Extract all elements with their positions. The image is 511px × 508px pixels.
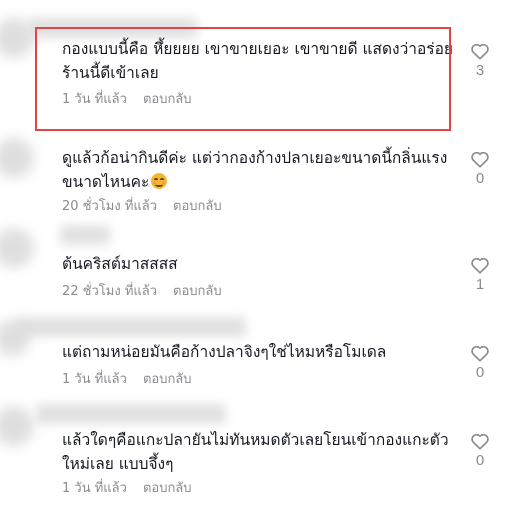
smiling-face-emoji-icon	[151, 173, 168, 189]
like-count: 3	[475, 62, 485, 79]
comment-text: ดูแล้วก้อน่ากินดีค่ะ แต่ว่ากองก้างปลาเยอ…	[62, 149, 448, 191]
username[interactable]	[60, 225, 110, 245]
username[interactable]	[36, 404, 226, 424]
comment-text: ต้นคริสต์มาสสสส	[62, 255, 178, 273]
heart-outline-icon[interactable]	[470, 432, 490, 450]
comment-meta: 1 วัน ที่แล้ว ตอบกลับ	[62, 368, 192, 389]
comment-timestamp: 22 ชั่วโมง ที่แล้ว	[62, 284, 158, 299]
comment-timestamp: 20 ชั่วโมง ที่แล้ว	[62, 199, 158, 214]
like-button[interactable]: 0	[466, 432, 494, 469]
heart-outline-icon[interactable]	[470, 344, 490, 362]
username[interactable]	[16, 317, 246, 337]
like-button[interactable]: 1	[466, 256, 494, 293]
highlight-box	[35, 27, 451, 131]
comment-text: แล้วใดๆคือแกะปลายันไม่ทันหมดตัวเลยโยนเข้…	[62, 431, 449, 473]
reply-button[interactable]: ตอบกลับ	[173, 284, 222, 299]
like-count: 0	[475, 170, 485, 187]
comment-meta: 22 ชั่วโมง ที่แล้ว ตอบกลับ	[62, 280, 222, 301]
heart-outline-icon[interactable]	[470, 150, 490, 168]
avatar[interactable]	[0, 406, 34, 446]
like-count: 0	[475, 364, 485, 381]
heart-outline-icon[interactable]	[470, 42, 490, 60]
avatar[interactable]	[0, 228, 34, 268]
reply-button[interactable]: ตอบกลับ	[173, 199, 222, 214]
like-count: 0	[475, 452, 485, 469]
like-button[interactable]: 3	[466, 42, 494, 79]
like-count: 1	[475, 276, 485, 293]
like-button[interactable]: 0	[466, 344, 494, 381]
comment-timestamp: 1 วัน ที่แล้ว	[62, 372, 127, 387]
like-button[interactable]: 0	[466, 150, 494, 187]
comment-text: แต่ถามหน่อยมันคือก้างปลาจิงๆใช่ไหมหรือโม…	[62, 343, 387, 361]
comment-timestamp: 1 วัน ที่แล้ว	[62, 481, 127, 496]
comment-meta: 1 วัน ที่แล้ว ตอบกลับ	[62, 477, 192, 498]
comment-meta: 20 ชั่วโมง ที่แล้ว ตอบกลับ	[62, 195, 222, 216]
avatar[interactable]	[0, 138, 34, 178]
reply-button[interactable]: ตอบกลับ	[143, 481, 192, 496]
reply-button[interactable]: ตอบกลับ	[143, 372, 192, 387]
heart-outline-icon[interactable]	[470, 256, 490, 274]
